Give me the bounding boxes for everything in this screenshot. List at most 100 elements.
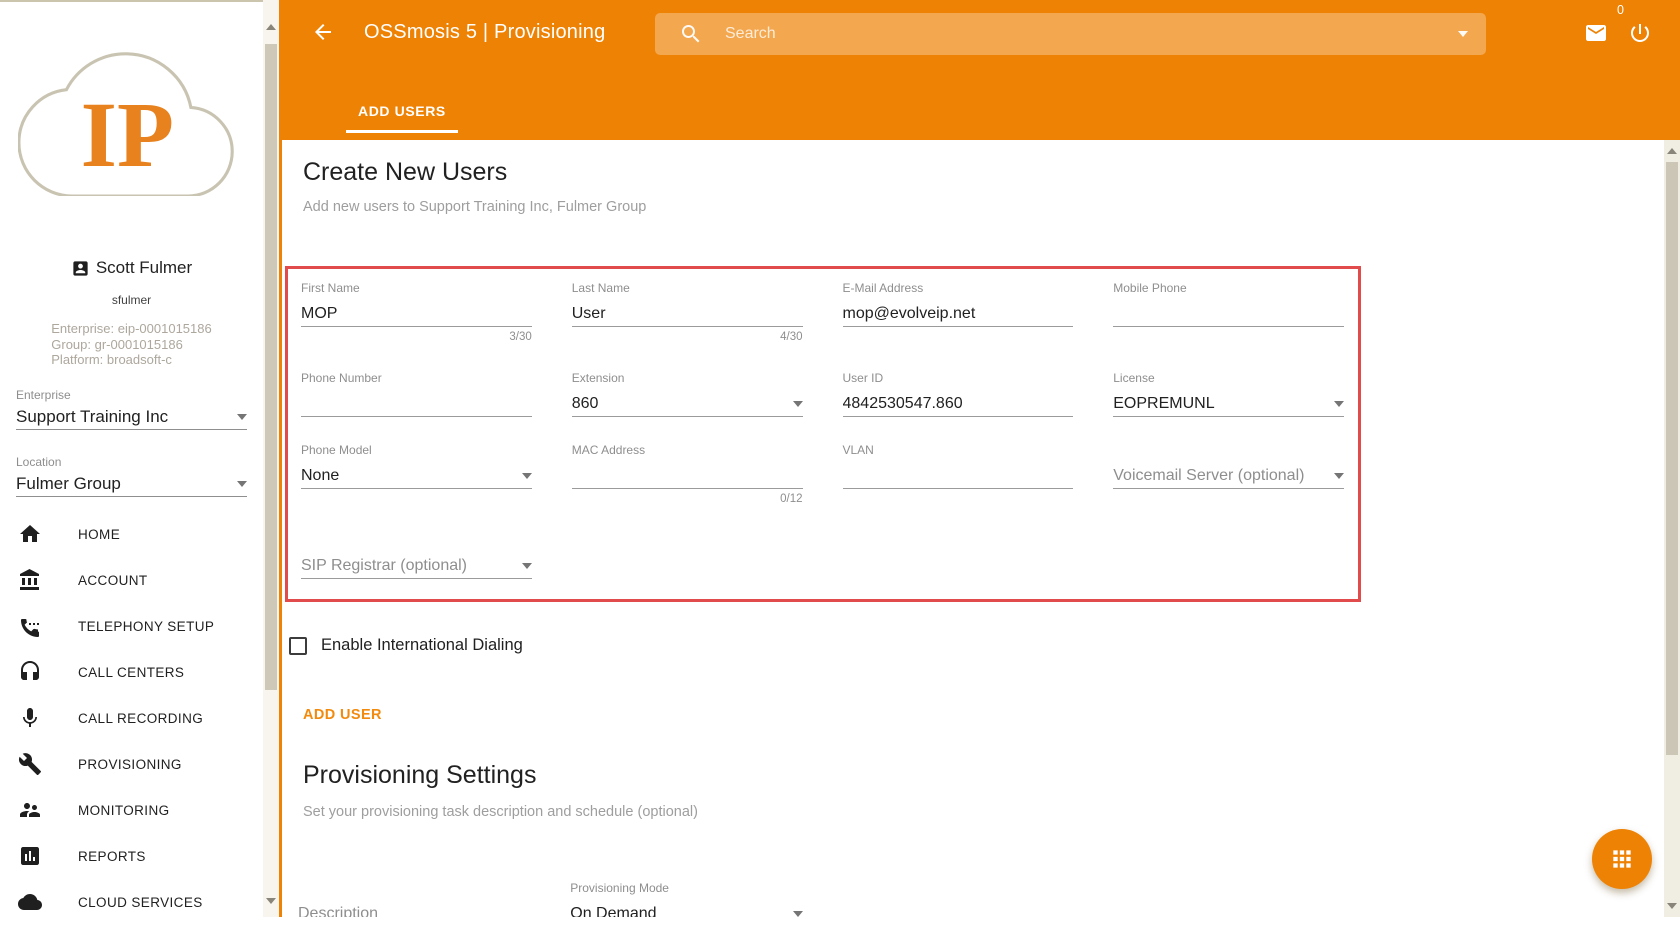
- sidebar-item-call-recording[interactable]: CALL RECORDING: [0, 695, 263, 741]
- scroll-down-icon[interactable]: [266, 898, 276, 904]
- user-enterprise-id: Enterprise: eip-0001015186: [51, 321, 211, 337]
- back-button[interactable]: [311, 20, 335, 44]
- license-field[interactable]: License EOPREMUNL: [1113, 371, 1344, 417]
- user-login: sfulmer: [0, 293, 263, 307]
- microphone-icon: [18, 706, 42, 730]
- main-scrollbar-thumb[interactable]: [1666, 162, 1678, 755]
- search-input[interactable]: [723, 24, 1458, 44]
- arrow-back-icon: [311, 20, 335, 44]
- provisioning-settings-title: Provisioning Settings: [303, 761, 1680, 790]
- sidebar-scrollbar[interactable]: [263, 0, 279, 917]
- app-title: OSSmosis 5 | Provisioning: [364, 21, 605, 44]
- search-icon: [679, 22, 703, 46]
- phone-number-field[interactable]: Phone Number: [301, 371, 532, 417]
- mac-address-field[interactable]: MAC Address 0/12: [572, 443, 803, 507]
- last-name-label: Last Name: [572, 281, 803, 295]
- sidebar-item-account[interactable]: ACCOUNT: [0, 557, 263, 603]
- email-input[interactable]: mop@evolveip.net: [843, 301, 1074, 327]
- main-area: OSSmosis 5 | Provisioning 0 ADD USERS Cr…: [279, 0, 1680, 917]
- tab-add-users[interactable]: ADD USERS: [346, 103, 458, 133]
- description-input[interactable]: Description: [298, 901, 530, 917]
- description-field[interactable]: Description: [298, 881, 530, 917]
- extension-field[interactable]: Extension 860: [572, 371, 803, 417]
- sidebar-item-provisioning[interactable]: PROVISIONING: [0, 741, 263, 787]
- search-bar[interactable]: [655, 13, 1486, 55]
- first-name-field[interactable]: First Name MOP 3/30: [301, 281, 532, 345]
- first-name-input[interactable]: MOP: [301, 301, 532, 327]
- license-label: License: [1113, 371, 1344, 385]
- bank-icon: [18, 568, 42, 592]
- logout-button[interactable]: [1628, 21, 1652, 45]
- last-name-input[interactable]: User: [572, 301, 803, 327]
- account-box-icon: [71, 259, 90, 278]
- sidebar-scrollbar-thumb[interactable]: [265, 44, 277, 690]
- sidebar-item-call-centers[interactable]: CALL CENTERS: [0, 649, 263, 695]
- chevron-down-icon: [237, 481, 247, 487]
- chevron-down-icon: [1334, 401, 1344, 407]
- location-select-label: Location: [16, 455, 247, 470]
- provisioning-mode-field[interactable]: Provisioning Mode On Demand: [570, 881, 802, 917]
- phone-model-select[interactable]: None: [301, 463, 339, 489]
- user-name: Scott Fulmer: [96, 258, 192, 278]
- phone-model-label: Phone Model: [301, 443, 532, 457]
- first-name-counter: 3/30: [301, 331, 532, 345]
- mail-icon: [1584, 21, 1608, 45]
- enterprise-select[interactable]: Enterprise Support Training Inc: [16, 388, 247, 430]
- voicemail-server-field[interactable]: Voicemail Server (optional): [1113, 443, 1344, 507]
- last-name-field[interactable]: Last Name User 4/30: [572, 281, 803, 345]
- provisioning-settings-form: Description Provisioning Mode On Demand: [285, 881, 1361, 917]
- main-scrollbar[interactable]: [1664, 140, 1680, 917]
- apps-grid-icon: [1609, 846, 1635, 872]
- vlan-field[interactable]: VLAN: [843, 443, 1074, 507]
- bar-chart-icon: [18, 844, 42, 868]
- chevron-down-icon: [1334, 473, 1344, 479]
- mac-address-input[interactable]: [572, 463, 803, 489]
- apps-fab-button[interactable]: [1592, 829, 1652, 889]
- sidebar-nav: HOME ACCOUNT TELEPHONY SETUP CALL CENTER…: [0, 511, 263, 925]
- enterprise-select-value: Support Training Inc: [16, 407, 168, 427]
- people-icon: [18, 798, 42, 822]
- vlan-input[interactable]: [843, 463, 1074, 489]
- scroll-down-icon[interactable]: [1667, 903, 1677, 909]
- user-id-label: User ID: [843, 371, 1074, 385]
- sidebar-item-cloud-services[interactable]: CLOUD SERVICES: [0, 879, 263, 925]
- chevron-down-icon: [522, 473, 532, 479]
- sip-registrar-select[interactable]: SIP Registrar (optional): [301, 553, 467, 579]
- chevron-down-icon: [522, 563, 532, 569]
- sip-registrar-field[interactable]: SIP Registrar (optional): [301, 533, 532, 579]
- sidebar-item-telephony-setup[interactable]: TELEPHONY SETUP: [0, 603, 263, 649]
- cloud-icon: [18, 890, 42, 914]
- mobile-phone-field[interactable]: Mobile Phone: [1113, 281, 1344, 345]
- email-field[interactable]: E-Mail Address mop@evolveip.net: [843, 281, 1074, 345]
- scroll-up-icon[interactable]: [1667, 148, 1677, 154]
- search-dropdown-icon[interactable]: [1458, 31, 1468, 37]
- location-select[interactable]: Location Fulmer Group: [16, 455, 247, 497]
- sidebar: IP Scott Fulmer sfulmer Enterprise: eip-…: [0, 0, 263, 917]
- home-icon: [18, 522, 42, 546]
- mobile-phone-input[interactable]: [1113, 301, 1344, 327]
- sidebar-item-home[interactable]: HOME: [0, 511, 263, 557]
- user-group-id: Group: gr-0001015186: [51, 337, 211, 353]
- phone-number-input[interactable]: [301, 391, 532, 417]
- enterprise-select-label: Enterprise: [16, 388, 247, 403]
- sidebar-item-reports[interactable]: REPORTS: [0, 833, 263, 879]
- mail-button[interactable]: [1584, 21, 1608, 45]
- voicemail-server-select[interactable]: Voicemail Server (optional): [1113, 463, 1304, 489]
- phone-model-field[interactable]: Phone Model None: [301, 443, 532, 507]
- scroll-up-icon[interactable]: [266, 24, 276, 30]
- user-row: Scott Fulmer: [0, 258, 263, 278]
- intl-dialing-label: Enable International Dialing: [321, 636, 523, 655]
- add-user-button[interactable]: ADD USER: [295, 699, 390, 731]
- user-meta: Enterprise: eip-0001015186 Group: gr-000…: [0, 321, 263, 368]
- mobile-phone-label: Mobile Phone: [1113, 281, 1344, 295]
- intl-dialing-checkbox[interactable]: [289, 637, 307, 655]
- ip-cloud-logo: IP: [18, 36, 242, 196]
- sidebar-item-monitoring[interactable]: MONITORING: [0, 787, 263, 833]
- extension-label: Extension: [572, 371, 803, 385]
- extension-select[interactable]: 860: [572, 391, 599, 417]
- wrench-icon: [18, 752, 42, 776]
- user-id-input[interactable]: 4842530547.860: [843, 391, 1074, 417]
- provisioning-mode-select[interactable]: On Demand: [570, 901, 656, 917]
- license-select[interactable]: EOPREMUNL: [1113, 391, 1214, 417]
- user-id-field[interactable]: User ID 4842530547.860: [843, 371, 1074, 417]
